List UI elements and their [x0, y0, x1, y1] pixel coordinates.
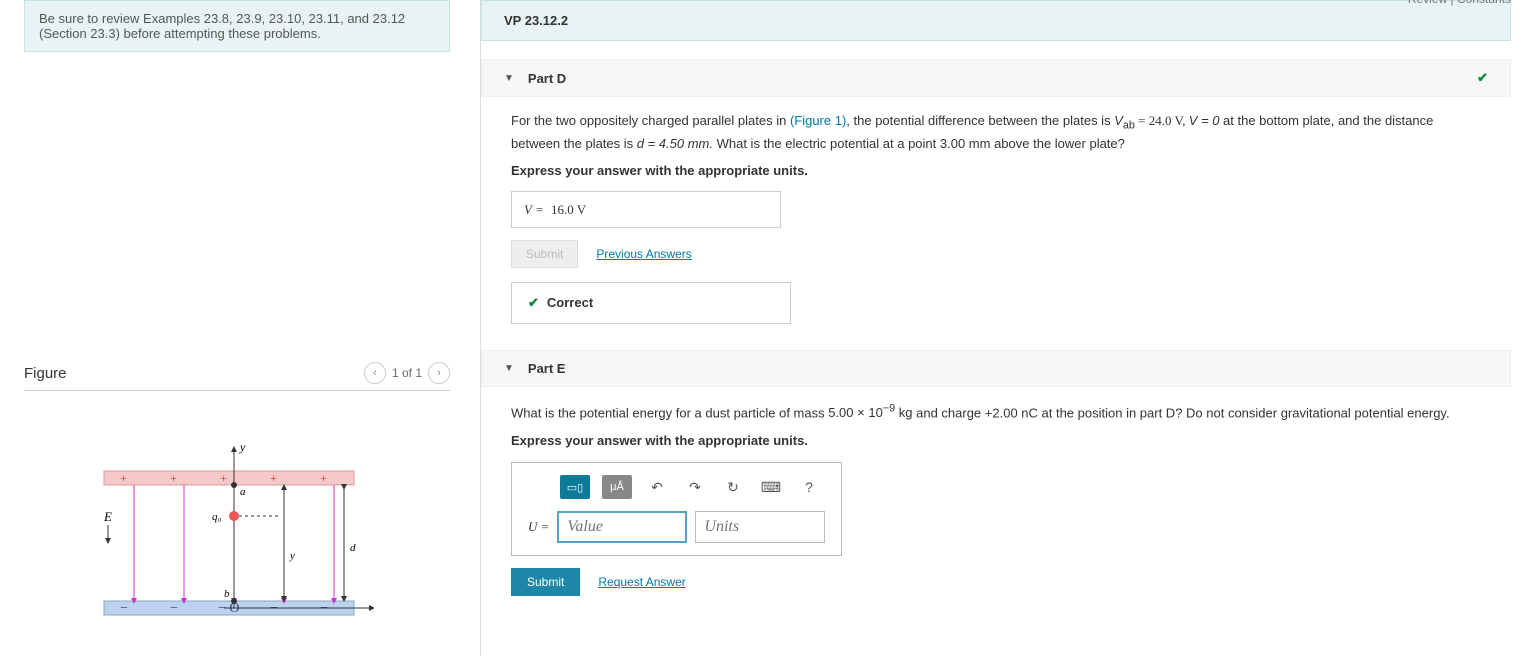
part-d-title: Part D: [528, 71, 566, 86]
svg-text:−: −: [120, 601, 128, 616]
svg-text:+: +: [170, 471, 177, 485]
review-note: Be sure to review Examples 23.8, 23.9, 2…: [24, 0, 450, 52]
svg-text:q₀: q₀: [212, 511, 222, 523]
part-e-title: Part E: [528, 361, 566, 376]
part-d-header[interactable]: ▼ Part D ✔: [481, 59, 1511, 97]
svg-text:y: y: [239, 441, 246, 454]
vp-title: VP 23.12.2: [481, 0, 1511, 41]
svg-text:+: +: [270, 471, 277, 485]
part-e-instruction: Express your answer with the appropriate…: [511, 431, 1481, 451]
pager-label: 1 of 1: [392, 366, 422, 380]
reset-icon[interactable]: ↻: [720, 476, 746, 498]
svg-text:+: +: [320, 471, 327, 485]
correct-feedback: ✔Correct: [511, 282, 791, 324]
constants-link[interactable]: Constants: [1457, 0, 1511, 6]
svg-text:x: x: [373, 601, 374, 615]
figure-diagram: + + + + + − − − O − − y: [94, 441, 374, 641]
check-icon: ✔: [528, 295, 539, 310]
figure-header: Figure ‹ 1 of 1 ›: [24, 362, 450, 391]
units-tool-icon[interactable]: μÅ: [602, 475, 632, 499]
part-d-instruction: Express your answer with the appropriate…: [511, 161, 1481, 181]
svg-text:y: y: [289, 550, 295, 562]
request-answer-link[interactable]: Request Answer: [598, 573, 685, 591]
help-icon[interactable]: ?: [796, 476, 822, 498]
svg-text:E⃗: E⃗: [103, 509, 122, 524]
figure-pager: ‹ 1 of 1 ›: [364, 362, 450, 384]
svg-text:+: +: [120, 471, 127, 485]
part-e-prompt: What is the potential energy for a dust …: [511, 401, 1481, 423]
figure-link[interactable]: (Figure 1): [790, 113, 846, 128]
units-input[interactable]: [695, 511, 825, 543]
part-e-header[interactable]: ▼ Part E: [481, 350, 1511, 387]
caret-down-icon: ▼: [504, 363, 514, 374]
next-figure-button[interactable]: ›: [428, 362, 450, 384]
redo-icon[interactable]: ↷: [682, 476, 708, 498]
submit-button[interactable]: Submit: [511, 568, 580, 596]
svg-text:b: b: [224, 588, 230, 600]
svg-text:a: a: [240, 486, 246, 498]
svg-text:+: +: [220, 471, 227, 485]
prev-figure-button[interactable]: ‹: [364, 362, 386, 384]
svg-text:−: −: [170, 601, 178, 616]
keyboard-icon[interactable]: ⌨: [758, 476, 784, 498]
part-e: ▼ Part E What is the potential energy fo…: [481, 350, 1511, 604]
part-d: ▼ Part D ✔ For the two oppositely charge…: [481, 59, 1511, 332]
figure-title: Figure: [24, 365, 67, 382]
top-links: Review | Constants: [1408, 0, 1511, 6]
input-toolbar: ▭▯ μÅ ↶ ↷ ↻ ⌨ ?: [520, 471, 833, 507]
templates-icon[interactable]: ▭▯: [560, 475, 590, 499]
check-icon: ✔: [1477, 70, 1488, 86]
part-d-prompt: For the two oppositely charged parallel …: [511, 111, 1481, 153]
answer-input-panel: ▭▯ μÅ ↶ ↷ ↻ ⌨ ? U =: [511, 462, 842, 556]
undo-icon[interactable]: ↶: [644, 476, 670, 498]
value-input[interactable]: [557, 511, 687, 543]
previous-answers-link[interactable]: Previous Answers: [596, 245, 691, 263]
svg-text:d: d: [350, 542, 356, 554]
caret-down-icon: ▼: [504, 73, 514, 84]
part-d-answer-box: V = 16.0 V: [511, 191, 781, 229]
equation-label: U =: [528, 517, 549, 537]
submit-button-disabled: Submit: [511, 240, 578, 268]
review-link[interactable]: Review: [1408, 0, 1447, 6]
